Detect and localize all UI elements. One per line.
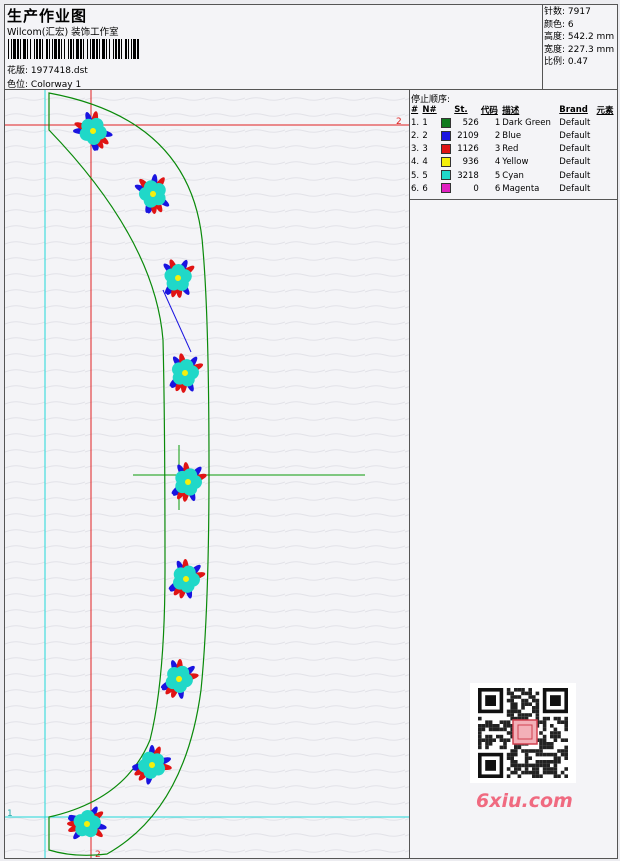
table-row: 4. 4 936 4 Yellow Default bbox=[410, 156, 617, 169]
company-name: Wilcom(汇宏) 装饰工作室 bbox=[7, 27, 119, 38]
cell-brand: Default bbox=[559, 183, 591, 194]
cell-swatch bbox=[440, 143, 454, 156]
cell-code: 1 bbox=[494, 117, 501, 128]
design-label: 花版: bbox=[7, 66, 29, 76]
stop-sequence-table: # N# St. 代码 描述 Brand 元素 1. 1 526 1 Dark Gree… bbox=[410, 103, 617, 195]
cell-index: 2. bbox=[411, 130, 420, 141]
cell-swatch bbox=[440, 156, 454, 169]
table-header-row: # N# St. 代码 描述 Brand 元素 bbox=[410, 103, 617, 116]
cell-stitches: 936 bbox=[462, 157, 479, 168]
col-stitches: St. bbox=[454, 104, 468, 115]
page-title: 生产作业图 bbox=[7, 7, 88, 25]
cell-code: 4 bbox=[494, 157, 501, 168]
cell-stitches: 1126 bbox=[457, 144, 479, 155]
cell-n: 3 bbox=[422, 144, 428, 155]
color-swatch bbox=[440, 117, 451, 128]
cell-description: Dark Green bbox=[502, 117, 551, 128]
cell-stitches: 2109 bbox=[457, 130, 479, 141]
color-swatch bbox=[440, 143, 451, 154]
cell-n: 5 bbox=[422, 170, 428, 181]
cell-n: 1 bbox=[422, 117, 428, 128]
cell-description: Blue bbox=[502, 130, 522, 141]
cell-index: 3. bbox=[411, 144, 420, 155]
col-element: 元素 bbox=[596, 105, 614, 116]
design-canvas: 2 2 1 bbox=[5, 90, 410, 858]
spec-stitches: 针数: 7917 bbox=[544, 7, 591, 17]
cell-element bbox=[596, 143, 617, 156]
cell-index: 5. bbox=[411, 170, 420, 181]
color-swatch bbox=[440, 157, 451, 168]
cell-brand: Default bbox=[559, 144, 591, 155]
cell-description: Yellow bbox=[502, 157, 529, 168]
cell-element bbox=[596, 116, 617, 129]
cell-code: 2 bbox=[494, 130, 501, 141]
cell-stitches: 0 bbox=[473, 183, 479, 194]
color-swatch bbox=[440, 130, 451, 141]
col-n: N# bbox=[422, 104, 437, 115]
cell-brand: Default bbox=[559, 130, 591, 141]
cell-swatch bbox=[440, 129, 454, 142]
guide-label-bottom: 2 bbox=[95, 850, 101, 858]
cell-element bbox=[596, 129, 617, 142]
guide-label-left: 1 bbox=[7, 809, 13, 819]
cell-code: 5 bbox=[494, 170, 501, 181]
cell-stitches: 3218 bbox=[457, 170, 479, 181]
cell-description: Red bbox=[502, 144, 519, 155]
color-swatch bbox=[440, 170, 451, 181]
design-value: 1977418.dst bbox=[30, 66, 88, 76]
col-brand: Brand bbox=[559, 104, 588, 115]
cell-swatch bbox=[440, 169, 454, 182]
cell-n: 2 bbox=[422, 130, 428, 141]
cell-code: 6 bbox=[494, 183, 501, 194]
table-row: 5. 5 3218 5 Cyan Default bbox=[410, 169, 617, 182]
color-swatch bbox=[440, 183, 451, 194]
spec-height: 高度: 542.2 mm bbox=[544, 32, 615, 43]
design-name: 花版: 1977418.dst bbox=[7, 63, 88, 76]
spec-scale: 比例: 0.47 bbox=[544, 57, 588, 68]
cell-index: 4. bbox=[411, 157, 420, 168]
embroidery-preview: 2 2 1 bbox=[5, 90, 409, 858]
cell-brand: Default bbox=[559, 157, 591, 168]
cell-description: Magenta bbox=[502, 183, 540, 194]
specs-panel: 针数: 7917 颜色: 6 高度: 542.2 mm 宽度: 227.3 mm… bbox=[542, 5, 617, 89]
barcode bbox=[8, 39, 139, 59]
panel-divider bbox=[410, 199, 617, 200]
flower-center bbox=[185, 479, 191, 485]
header-info: 生产作业图 Wilcom(汇宏) 装饰工作室 花版: 1977418.dst 色… bbox=[5, 5, 543, 90]
qr-code bbox=[470, 683, 576, 783]
cell-swatch bbox=[440, 182, 454, 195]
table-row: 3. 3 1126 3 Red Default bbox=[410, 143, 617, 156]
cell-brand: Default bbox=[559, 170, 591, 181]
table-row: 6. 6 0 6 Magenta Default bbox=[410, 182, 617, 195]
col-code: 代码 bbox=[480, 105, 498, 116]
spec-colors: 颜色: 6 bbox=[544, 19, 574, 30]
spec-width: 宽度: 227.3 mm bbox=[544, 44, 615, 55]
col-index: # bbox=[411, 104, 419, 115]
cell-n: 6 bbox=[422, 183, 428, 194]
cell-index: 6. bbox=[411, 183, 420, 194]
table-row: 1. 1 526 1 Dark Green Default bbox=[410, 116, 617, 129]
cell-element bbox=[596, 156, 617, 169]
cell-stitches: 526 bbox=[462, 117, 479, 128]
table-row: 2. 2 2109 2 Blue Default bbox=[410, 129, 617, 142]
cell-element bbox=[596, 169, 617, 182]
cell-code: 3 bbox=[494, 144, 501, 155]
cell-swatch bbox=[440, 116, 454, 129]
cell-description: Cyan bbox=[502, 170, 524, 181]
guide-label-top: 2 bbox=[396, 117, 402, 127]
cell-brand: Default bbox=[559, 117, 591, 128]
col-description: 描述 bbox=[502, 105, 520, 116]
cell-index: 1. bbox=[411, 117, 420, 128]
cell-element bbox=[596, 182, 617, 195]
cell-n: 4 bbox=[422, 157, 428, 168]
watermark-site: 6xiu.com bbox=[476, 790, 573, 812]
